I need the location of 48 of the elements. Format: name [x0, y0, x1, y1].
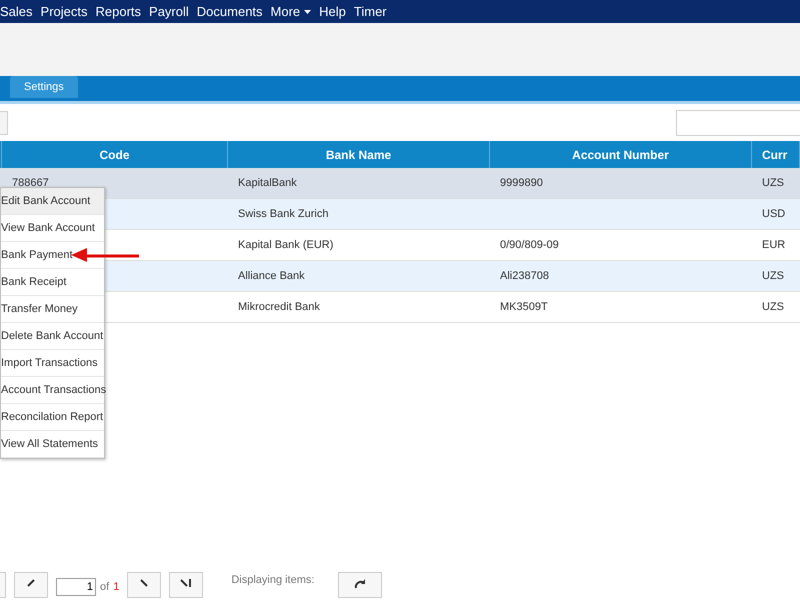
table-cell-text: UZS	[762, 176, 784, 191]
nav-link[interactable]: Sales	[0, 2, 33, 22]
search-field[interactable]	[676, 110, 800, 136]
menu-item[interactable]: Account Transactions	[1, 377, 104, 404]
table-cell-text: Kapital Bank (EUR)	[238, 238, 334, 253]
nav-link[interactable]: More	[270, 2, 312, 22]
nav-link[interactable]: Timer	[354, 2, 387, 22]
nav-link[interactable]: Projects	[40, 2, 88, 22]
menu-item[interactable]: Transfer Money	[1, 296, 104, 323]
table-cell-text: UZS	[762, 300, 784, 315]
table-cell-text: Ali238708	[500, 268, 549, 284]
chevron-right-icon	[140, 579, 148, 587]
table-cell-text: MK3509T	[500, 300, 548, 315]
of-label: of	[100, 580, 110, 595]
last-page-button[interactable]	[169, 572, 204, 598]
refresh-button[interactable]	[338, 572, 382, 598]
nav-link[interactable]: Help	[319, 2, 346, 22]
nav-link[interactable]: Documents	[196, 2, 263, 22]
menu-item[interactable]: Edit Bank Account	[1, 188, 104, 215]
table-cell-text: Swiss Bank Zurich	[238, 206, 328, 222]
menu-item[interactable]: Bank Payment	[1, 242, 104, 269]
first-page-button[interactable]	[0, 572, 6, 598]
menu-item[interactable]: View All Statements	[1, 431, 104, 458]
refresh-icon	[354, 579, 366, 589]
last-page-icon	[180, 579, 192, 587]
table-cell-text: Alliance Bank	[238, 268, 305, 284]
table-cell-text: USD	[762, 206, 786, 222]
table-cell-text: EUR	[762, 238, 786, 253]
page-field[interactable]: 1	[56, 578, 96, 596]
previous-page-button[interactable]	[14, 572, 48, 598]
table-cell-text: 788667	[12, 176, 49, 191]
table-cell-text: KapitalBank	[238, 176, 297, 191]
menu-item[interactable]: Import Transactions	[1, 350, 104, 377]
next-page-button[interactable]	[127, 572, 162, 598]
menu-item[interactable]: View Bank Account	[1, 215, 104, 242]
nav-link[interactable]: Reports	[96, 2, 142, 22]
menu-item[interactable]: Bank Receipt	[1, 269, 104, 296]
menu-item[interactable]: Reconcilation Report	[1, 404, 104, 431]
chevron-left-icon	[27, 579, 35, 587]
toolbar-button[interactable]	[0, 110, 8, 134]
displaying-label: Displaying items:	[231, 573, 314, 588]
table-cell-text: 0/90/809-09	[500, 238, 559, 253]
table-cell-text: Mikrocredit Bank	[238, 300, 320, 315]
table-cell-text: UZS	[762, 268, 784, 284]
nav-link[interactable]: Payroll	[149, 2, 189, 22]
table-cell-text: 9999890	[500, 176, 543, 191]
menu-item[interactable]: Delete Bank Account	[1, 323, 104, 350]
page-total: 1	[113, 580, 120, 595]
